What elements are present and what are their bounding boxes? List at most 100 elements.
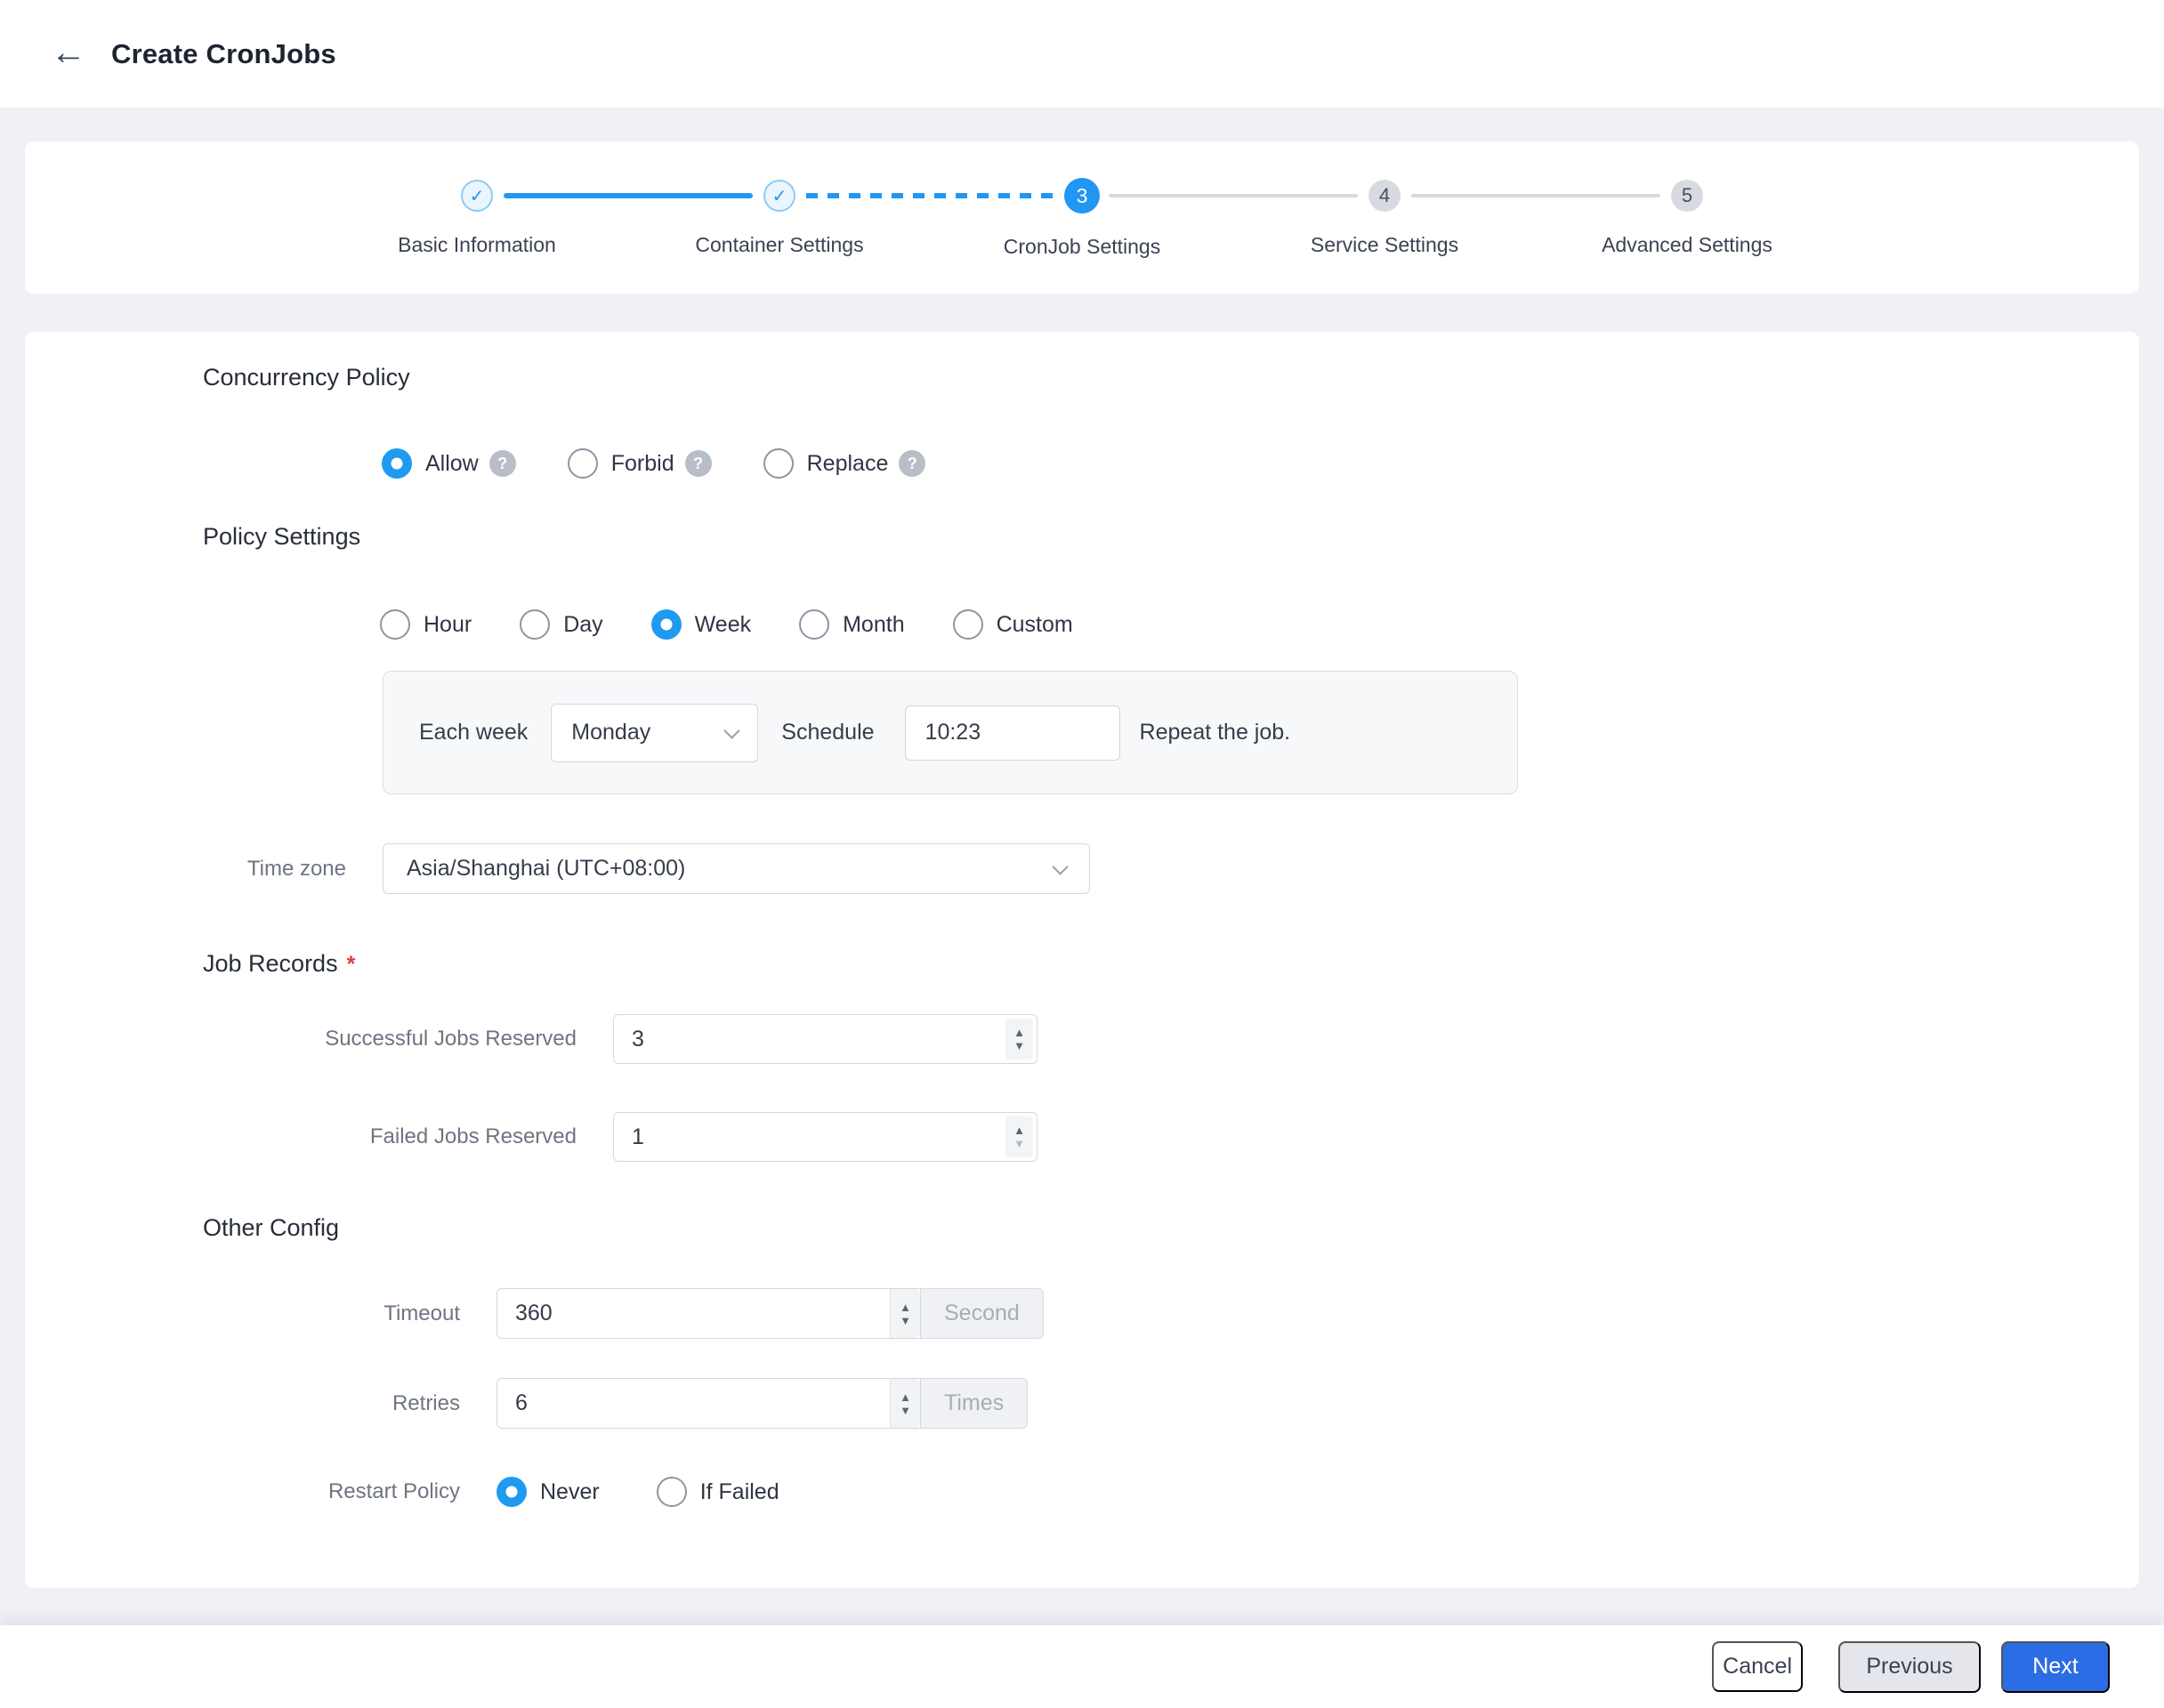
timeout-input[interactable] [497,1289,881,1338]
connector-3-4 [1109,194,1358,197]
repeat-job-label: Repeat the job. [1140,720,1291,745]
stepper-up-icon[interactable]: ▲ [1013,1124,1025,1137]
connector-4-5 [1411,194,1660,197]
job-records-heading: Job Records * [203,950,355,978]
policy-settings-heading: Policy Settings [203,523,360,551]
concurrency-policy-heading: Concurrency Policy [203,364,410,391]
radio-week[interactable]: Week [651,609,751,640]
radio-selected-icon[interactable] [651,609,682,640]
cancel-button[interactable]: Cancel [1712,1641,1803,1692]
stepper: ✓ Basic Information ✓ Container Settings… [25,141,2139,294]
weekday-select[interactable]: Monday [551,704,758,762]
failed-jobs-row: Failed Jobs Reserved ▲ ▼ [25,1112,2139,1162]
timeout-group: ▲ ▼ Second [497,1288,1044,1339]
radio-unselected-icon[interactable] [799,609,829,640]
radio-hour[interactable]: Hour [380,609,472,640]
radio-label: Custom [997,612,1073,638]
next-button[interactable]: Next [2001,1641,2110,1693]
chevron-down-icon [724,722,740,738]
policy-settings-options: Hour Day Week Month Custom [380,608,1073,640]
radio-unselected-icon[interactable] [953,609,983,640]
radio-label: Replace [807,451,889,477]
radio-replace[interactable]: Replace ? [763,448,926,479]
restart-policy-options: Never If Failed [497,1477,779,1507]
restart-policy-row: Restart Policy Never If Failed [25,1470,2139,1513]
retries-group: ▲ ▼ Times [497,1378,1028,1429]
required-asterisk: * [347,952,356,977]
successful-jobs-field: ▲ ▼ [613,1014,1038,1064]
timeout-label: Timeout [25,1301,460,1326]
failed-jobs-field: ▲ ▼ [613,1112,1038,1162]
previous-button[interactable]: Previous [1838,1641,1981,1693]
concurrency-policy-options: Allow ? Forbid ? Replace ? [382,447,977,479]
radio-label: Forbid [611,451,674,477]
radio-label: Week [695,612,751,638]
radio-label: Month [843,612,904,638]
timezone-label: Time zone [25,857,346,882]
timeout-row: Timeout ▲ ▼ Second [25,1288,2139,1339]
radio-label: If Failed [700,1479,779,1505]
stepper-down-icon[interactable]: ▼ [1013,1039,1025,1052]
check-icon: ✓ [763,180,795,212]
stepper-up-icon[interactable]: ▲ [900,1301,911,1314]
radio-unselected-icon[interactable] [657,1477,687,1507]
failed-jobs-input[interactable] [614,1113,997,1161]
cronjob-settings-form: Concurrency Policy Allow ? Forbid ? Repl… [25,332,2139,1588]
each-week-label: Each week [419,720,528,745]
schedule-time-input[interactable] [906,706,1119,760]
number-stepper: ▲ ▼ [890,1289,920,1338]
radio-day[interactable]: Day [520,609,602,640]
job-records-heading-text: Job Records [203,950,338,977]
other-config-heading: Other Config [203,1214,339,1242]
help-icon[interactable]: ? [685,450,712,477]
radio-unselected-icon[interactable] [763,448,794,479]
radio-forbid[interactable]: Forbid ? [568,448,712,479]
radio-selected-icon[interactable] [497,1477,527,1507]
stepper-up-icon[interactable]: ▲ [1013,1026,1025,1039]
timezone-select[interactable]: Asia/Shanghai (UTC+08:00) [383,843,1090,894]
radio-unselected-icon[interactable] [568,448,598,479]
number-stepper: ▲ ▼ [1005,1116,1033,1157]
retries-field: ▲ ▼ [497,1378,921,1429]
timezone-value: Asia/Shanghai (UTC+08:00) [407,856,685,882]
check-icon: ✓ [461,180,493,212]
stepper-down-icon[interactable]: ▼ [900,1314,911,1327]
radio-unselected-icon[interactable] [520,609,550,640]
step-label: CronJob Settings [1004,235,1160,259]
page-title: Create CronJobs [111,38,336,70]
help-icon[interactable]: ? [899,450,925,477]
retries-label: Retries [25,1391,460,1416]
number-stepper: ▲ ▼ [890,1379,920,1428]
step-basic-information[interactable]: ✓ Basic Information [326,180,628,294]
radio-label: Day [563,612,602,638]
radio-custom[interactable]: Custom [953,609,1073,640]
step-number: 3 [1064,178,1100,214]
timeout-field: ▲ ▼ [497,1288,921,1339]
successful-jobs-input[interactable] [614,1015,997,1063]
radio-unselected-icon[interactable] [380,609,410,640]
top-bar: ← Create CronJobs [0,0,2164,108]
restart-policy-label: Restart Policy [25,1479,460,1504]
stepper-up-icon[interactable]: ▲ [900,1390,911,1404]
radio-selected-icon[interactable] [382,448,412,479]
step-label: Container Settings [695,233,863,257]
successful-jobs-label: Successful Jobs Reserved [25,1027,577,1051]
schedule-time-field [905,705,1120,761]
connector-2-3 [806,193,1055,198]
connector-1-2 [504,193,753,198]
number-stepper: ▲ ▼ [1005,1019,1033,1059]
timeout-unit: Second [921,1288,1044,1339]
successful-jobs-row: Successful Jobs Reserved ▲ ▼ [25,1014,2139,1064]
step-number: 4 [1369,180,1401,212]
help-icon[interactable]: ? [489,450,516,477]
retries-input[interactable] [497,1379,881,1428]
radio-if-failed[interactable]: If Failed [657,1477,779,1507]
radio-allow[interactable]: Allow ? [382,448,516,479]
radio-never[interactable]: Never [497,1477,600,1507]
radio-month[interactable]: Month [799,609,904,640]
back-icon[interactable]: ← [51,35,86,70]
stepper-down-icon[interactable]: ▼ [900,1404,911,1417]
step-label: Service Settings [1311,233,1458,257]
stepper-down-icon[interactable]: ▼ [1013,1137,1025,1150]
radio-label: Allow [425,451,479,477]
